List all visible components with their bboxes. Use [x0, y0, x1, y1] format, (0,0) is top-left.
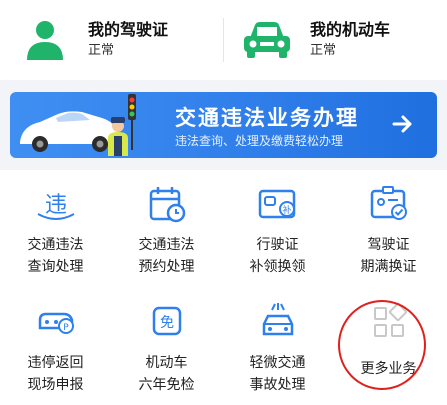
services-grid: 违 交通违法 查询处理 交通违法 预约处理 补 行驶证 补领换领 驾驶证 期满换…: [0, 170, 447, 405]
car-and-officer-illustration: [20, 94, 136, 156]
service-label-line2: 事故处理: [249, 377, 306, 393]
service-label-line1: 交通违法: [138, 237, 195, 253]
banner-subtitle: 违法查询、处理及缴费轻松办理: [175, 134, 344, 148]
service-label-line1: 轻微交通: [249, 355, 306, 371]
service-six-year-exempt[interactable]: 免 机动车 六年免检: [111, 288, 222, 398]
service-label-line1: 行驶证: [256, 237, 299, 253]
more-grid-icon: [374, 302, 408, 337]
card-status: 正常: [310, 43, 337, 58]
service-more[interactable]: 更多业务: [333, 288, 444, 398]
my-vehicle-card[interactable]: 我的机动车 正常: [240, 10, 440, 70]
top-cards-bar: 我的驾驶证 正常 我的机动车 正常: [0, 0, 447, 80]
banner-title: 交通违法业务办理: [175, 106, 359, 130]
svg-text:补: 补: [282, 204, 291, 216]
service-label-line1: 违停返回: [27, 355, 84, 371]
service-label-line2: 补领换领: [249, 259, 306, 275]
vehicle-license-icon: 补: [258, 189, 296, 219]
driver-license-icon: [370, 186, 407, 220]
service-label-line1: 驾驶证: [367, 237, 410, 253]
card-title: 我的驾驶证: [88, 20, 169, 39]
svg-text:违: 违: [45, 193, 67, 218]
service-label-line1: 机动车: [145, 355, 188, 371]
calendar-icon: [149, 187, 186, 223]
violation-icon: 违: [37, 193, 75, 220]
car-icon: [240, 18, 294, 62]
service-driver-license-renewal[interactable]: 驾驶证 期满换证: [333, 170, 444, 280]
card-status: 正常: [88, 43, 115, 58]
exempt-icon: 免: [152, 306, 182, 336]
service-label-line2: 六年免检: [138, 377, 195, 393]
svg-text:P: P: [63, 323, 69, 333]
service-minor-accident[interactable]: 轻微交通 事故处理: [222, 288, 333, 398]
my-driver-license-card[interactable]: 我的驾驶证 正常: [18, 10, 218, 70]
svg-text:免: 免: [160, 315, 174, 331]
person-icon: [18, 18, 72, 62]
card-title: 我的机动车: [310, 20, 391, 39]
service-parking-return[interactable]: P 违停返回 现场申报: [0, 288, 111, 398]
divider: [223, 18, 224, 62]
service-label-line2: 期满换证: [360, 259, 417, 275]
service-label-line1: 交通违法: [27, 237, 84, 253]
arrow-right-icon: [392, 115, 412, 133]
service-vehicle-license-renewal[interactable]: 补 行驶证 补领换领: [222, 170, 333, 280]
service-label-line2: 现场申报: [27, 377, 84, 393]
accident-icon: [262, 303, 294, 336]
parked-car-icon: P: [38, 312, 74, 334]
service-label-line2: 预约处理: [138, 259, 195, 275]
service-violation-query[interactable]: 违 交通违法 查询处理: [0, 170, 111, 280]
service-label-line1: 更多业务: [360, 361, 417, 377]
service-violation-appointment[interactable]: 交通违法 预约处理: [111, 170, 222, 280]
service-label-line2: 查询处理: [27, 259, 84, 275]
traffic-violation-banner[interactable]: 交通违法业务办理 违法查询、处理及缴费轻松办理: [10, 92, 437, 158]
